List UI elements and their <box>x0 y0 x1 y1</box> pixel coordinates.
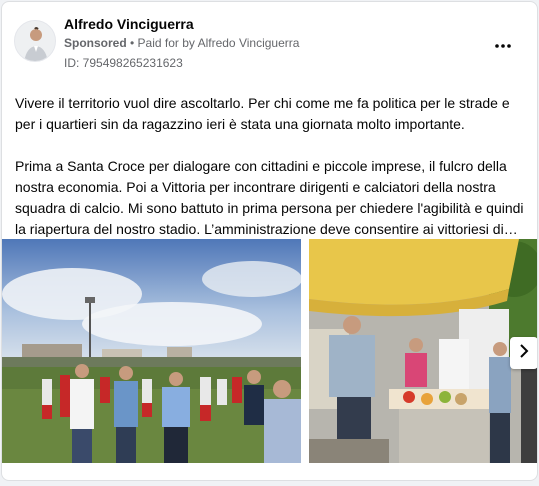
chevron-right-icon <box>519 343 529 363</box>
author-name[interactable]: Alfredo Vinciguerra <box>64 16 194 32</box>
post-header: Alfredo Vinciguerra Sponsored • Paid for… <box>2 2 537 82</box>
author-avatar[interactable] <box>14 20 56 62</box>
post-body: Vivere il territorio vuol dire ascoltarl… <box>15 93 527 261</box>
sponsored-line: Sponsored • Paid for by Alfredo Vincigue… <box>64 36 299 50</box>
sponsored-post-card: Alfredo Vinciguerra Sponsored • Paid for… <box>1 1 538 481</box>
post-media-carousel <box>2 239 537 469</box>
market-stall-photo[interactable] <box>309 239 537 463</box>
more-horizontal-icon <box>495 32 511 53</box>
ad-id: ID: 795498265231623 <box>64 56 183 70</box>
paid-by-text: Paid for by Alfredo Vinciguerra <box>137 36 300 50</box>
post-paragraph-1: Vivere il territorio vuol dire ascoltarl… <box>15 95 510 132</box>
avatar-image <box>15 21 55 61</box>
more-options-button[interactable] <box>491 30 515 54</box>
carousel-next-button[interactable] <box>510 337 537 369</box>
meta-separator: • <box>126 36 138 50</box>
sponsored-label[interactable]: Sponsored <box>64 36 127 50</box>
football-team-photo[interactable] <box>2 239 301 463</box>
post-paragraph-2: Prima a Santa Croce per dialogare con ci… <box>15 158 524 237</box>
